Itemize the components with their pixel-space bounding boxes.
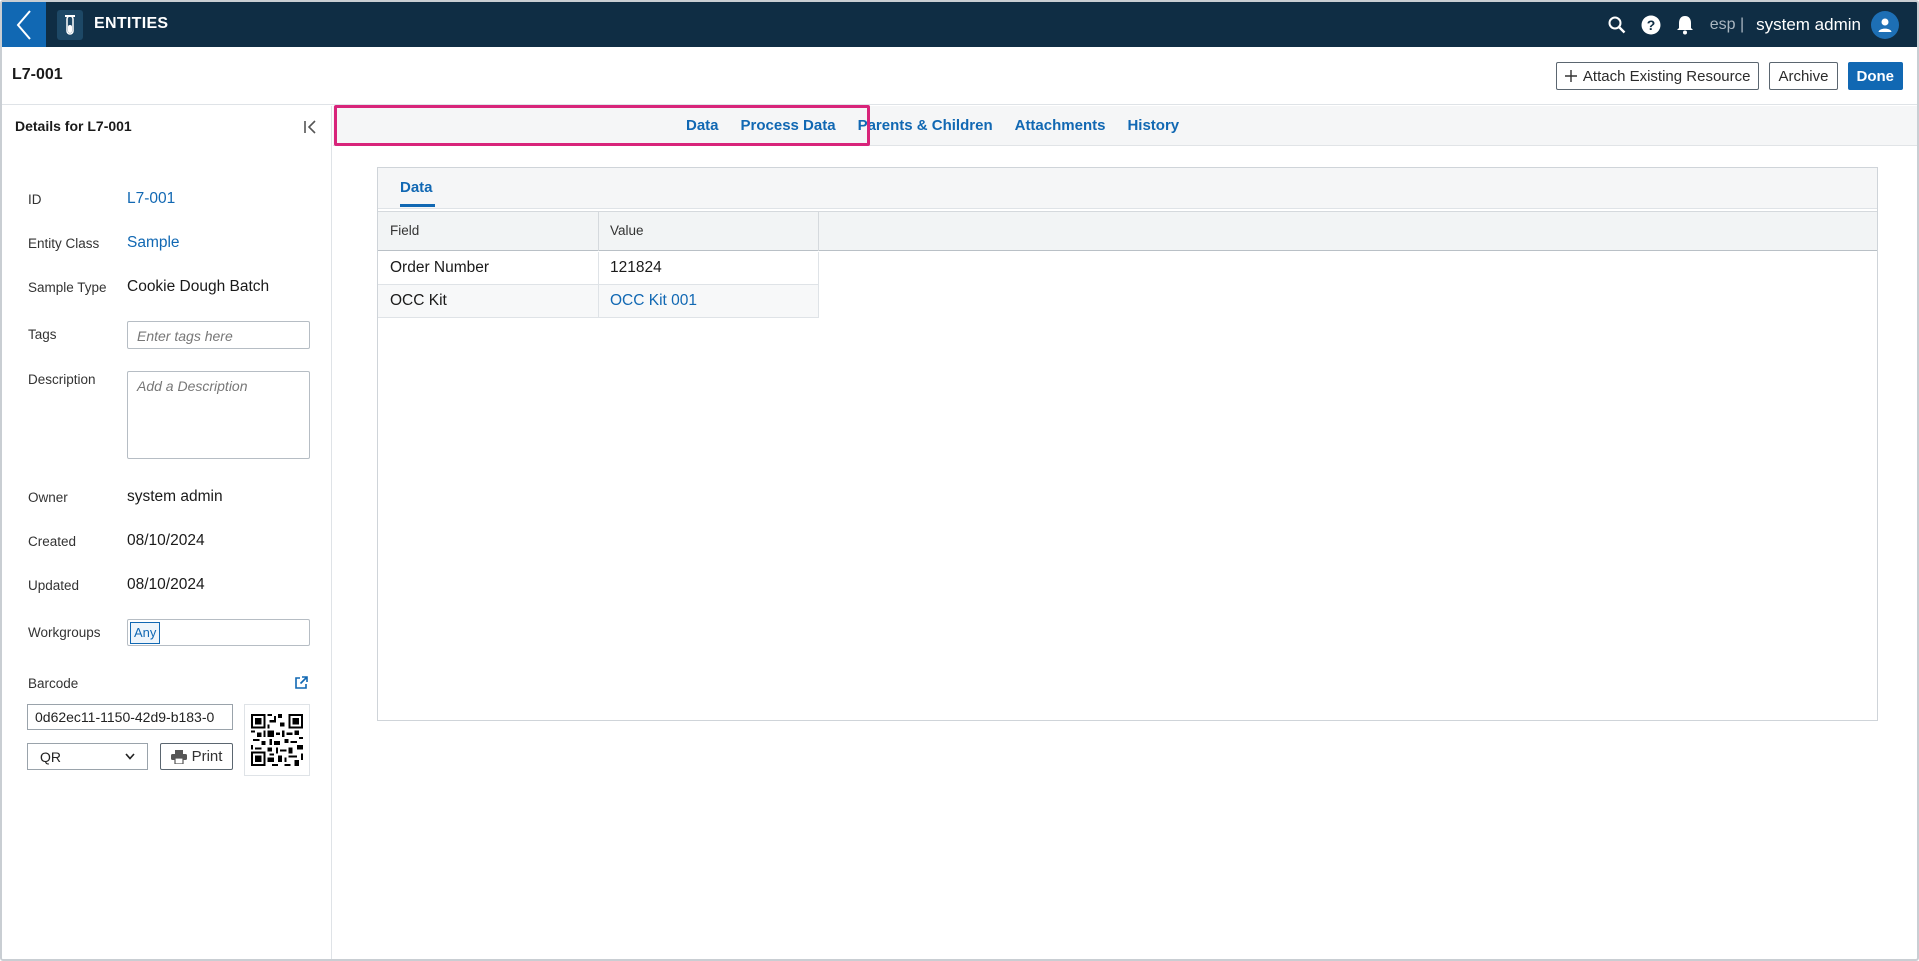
svg-text:?: ? — [1646, 17, 1655, 33]
owner-value: system admin — [127, 488, 223, 505]
plus-icon — [1564, 70, 1577, 82]
tabs-highlight-box — [334, 105, 870, 146]
help-button[interactable]: ? — [1640, 14, 1662, 36]
done-button-label: Done — [1856, 67, 1895, 85]
table-row[interactable]: Order Number 121824 — [378, 252, 819, 285]
nav-right-group: ? esp | system admin — [1594, 2, 1899, 47]
search-icon — [1608, 16, 1626, 33]
tab-attachments[interactable]: Attachments — [1015, 117, 1106, 134]
id-value-link[interactable]: L7-001 — [127, 190, 175, 208]
row-field: OCC Kit — [390, 292, 447, 309]
workgroup-chip[interactable]: Any — [130, 622, 161, 644]
external-link-icon[interactable] — [293, 675, 309, 691]
app-window: ENTITIES ? esp | system admin L7-001 Att… — [0, 0, 1919, 961]
sample-type-label: Sample Type — [28, 280, 107, 295]
chevron-down-icon — [125, 753, 135, 760]
header-actions: Attach Existing Resource Archive Done — [1555, 62, 1903, 90]
search-button[interactable] — [1606, 14, 1628, 36]
archive-button-label: Archive — [1778, 67, 1829, 85]
print-button-label: Print — [191, 748, 223, 765]
print-button[interactable]: Print — [160, 743, 233, 770]
details-panel: Details for L7-001 ID L7-001 Entity Clas… — [2, 106, 332, 959]
column-header-value[interactable]: Value — [610, 223, 644, 238]
description-textarea[interactable]: Add a Description — [127, 371, 310, 459]
data-card: Data Field Value Order Number 121824 OCC… — [377, 167, 1878, 721]
id-label: ID — [28, 192, 42, 207]
user-avatar-icon — [1878, 18, 1892, 32]
data-card-tab[interactable]: Data — [400, 179, 433, 196]
tags-input[interactable]: Enter tags here — [127, 321, 310, 349]
column-divider — [598, 212, 599, 251]
tenant-label: esp | — [1709, 15, 1745, 33]
attach-existing-resource-button[interactable]: Attach Existing Resource — [1555, 62, 1760, 90]
table-row[interactable]: OCC Kit OCC Kit 001 — [378, 285, 819, 318]
collapse-panel-icon[interactable] — [302, 118, 320, 136]
data-grid-header: Field Value — [378, 211, 1877, 251]
column-divider — [818, 212, 819, 251]
qr-code — [244, 704, 310, 776]
barcode-label: Barcode — [28, 676, 79, 691]
page-title: L7-001 — [12, 66, 63, 83]
cell-divider — [818, 285, 819, 318]
data-card-header: Data — [378, 168, 1877, 209]
barcode-type-select[interactable]: QR — [27, 743, 148, 770]
workgroups-input[interactable]: Any — [127, 619, 310, 646]
tab-parents-children[interactable]: Parents & Children — [858, 117, 993, 134]
attach-button-label: Attach Existing Resource — [1582, 67, 1751, 85]
tags-label: Tags — [28, 327, 57, 342]
owner-label: Owner — [28, 490, 68, 505]
barcode-type-value: QR — [40, 748, 61, 765]
description-label: Description — [28, 372, 96, 387]
row-field: Order Number — [390, 259, 490, 276]
occ-kit-link[interactable]: OCC Kit 001 — [610, 292, 697, 310]
bell-icon — [1676, 15, 1693, 34]
tab-history[interactable]: History — [1127, 117, 1179, 134]
user-avatar[interactable] — [1871, 10, 1899, 39]
active-tab-underline — [400, 204, 435, 207]
back-button[interactable] — [2, 2, 46, 47]
qr-code-image — [251, 714, 303, 766]
user-menu-name[interactable]: system admin — [1756, 15, 1861, 35]
updated-value: 08/10/2024 — [127, 576, 205, 593]
done-button[interactable]: Done — [1847, 62, 1903, 90]
page-header: L7-001 Attach Existing Resource Archive … — [2, 47, 1917, 105]
archive-button[interactable]: Archive — [1769, 62, 1838, 90]
cell-divider — [598, 285, 599, 318]
app-title: ENTITIES — [94, 15, 169, 32]
top-nav-bar: ENTITIES ? esp | system admin — [2, 2, 1917, 47]
entity-class-label: Entity Class — [28, 236, 100, 251]
barcode-value-input[interactable]: 0d62ec11-1150-42d9-b183-0 — [27, 704, 233, 730]
details-panel-title: Details for L7-001 — [15, 118, 132, 134]
workgroups-label: Workgroups — [28, 625, 101, 640]
back-chevron-icon — [16, 9, 31, 40]
entity-class-link[interactable]: Sample — [127, 234, 180, 252]
row-value[interactable]: 121824 — [610, 259, 662, 277]
cell-divider — [818, 252, 819, 285]
printer-icon — [170, 749, 187, 764]
created-label: Created — [28, 534, 77, 549]
updated-label: Updated — [28, 578, 80, 593]
created-value: 08/10/2024 — [127, 532, 205, 549]
cell-divider — [598, 252, 599, 285]
column-header-field[interactable]: Field — [390, 223, 419, 238]
notifications-button[interactable] — [1674, 14, 1696, 36]
test-tube-icon — [65, 15, 75, 35]
sample-type-value: Cookie Dough Batch — [127, 278, 270, 295]
entities-app-logo — [57, 10, 83, 40]
help-icon: ? — [1641, 15, 1661, 34]
